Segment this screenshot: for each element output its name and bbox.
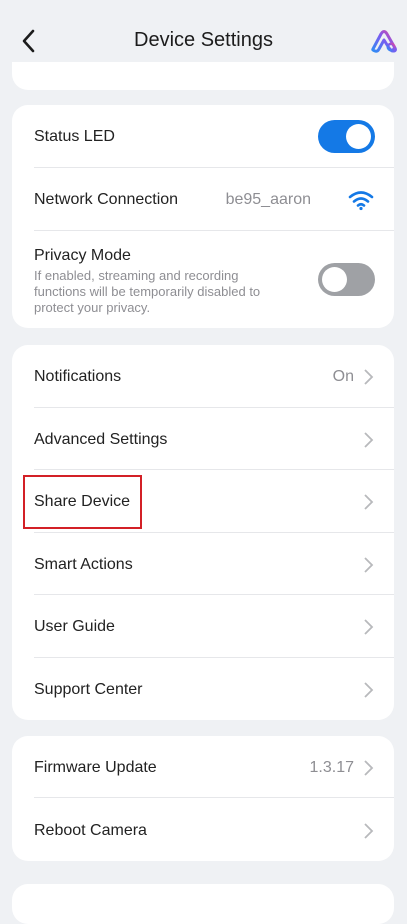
privacy-mode-label: Privacy Mode [34, 247, 131, 264]
chevron-right-icon [364, 619, 374, 635]
row-user-guide[interactable]: User Guide [12, 595, 394, 658]
privacy-mode-toggle[interactable] [318, 263, 375, 296]
firmware-update-label: Firmware Update [34, 759, 157, 776]
support-center-label: Support Center [34, 681, 143, 698]
advanced-settings-label: Advanced Settings [34, 431, 168, 448]
row-advanced-settings[interactable]: Advanced Settings [12, 408, 394, 470]
row-status-led: Status LED [12, 105, 394, 168]
highlight-box [23, 475, 142, 529]
brand-logo-icon [371, 30, 397, 53]
chevron-right-icon [364, 432, 374, 448]
card-general-settings: Notifications On Advanced Settings Share… [12, 345, 394, 720]
chevron-right-icon [364, 823, 374, 839]
row-notifications[interactable]: Notifications On [12, 345, 394, 408]
status-led-toggle[interactable] [318, 120, 375, 153]
wifi-icon [348, 191, 374, 211]
status-led-label: Status LED [34, 128, 115, 145]
chevron-right-icon [364, 557, 374, 573]
notifications-value: On [332, 368, 354, 385]
card-device-maintenance: Firmware Update 1.3.17 Reboot Camera [12, 736, 394, 861]
row-smart-actions[interactable]: Smart Actions [12, 533, 394, 595]
notifications-label: Notifications [34, 368, 122, 385]
row-firmware-update[interactable]: Firmware Update 1.3.17 [12, 736, 394, 798]
chevron-right-icon [364, 494, 374, 510]
card-partial-top [12, 62, 394, 90]
card-partial-bottom [12, 884, 394, 924]
row-support-center[interactable]: Support Center [12, 658, 394, 720]
card-device-status: Status LED Network Connection be95_aaron… [12, 105, 394, 328]
chevron-right-icon [364, 760, 374, 776]
network-connection-label: Network Connection [34, 191, 179, 208]
toggle-knob [346, 124, 371, 149]
row-reboot-camera[interactable]: Reboot Camera [12, 798, 394, 861]
privacy-mode-description: If enabled, streaming and recording func… [34, 268, 261, 315]
row-privacy-mode: Privacy Mode If enabled, streaming and r… [12, 231, 394, 328]
smart-actions-label: Smart Actions [34, 556, 133, 573]
page-title: Device Settings [134, 29, 273, 51]
toggle-knob [322, 267, 347, 292]
reboot-camera-label: Reboot Camera [34, 822, 147, 839]
row-network-connection[interactable]: Network Connection be95_aaron [12, 168, 394, 231]
user-guide-label: User Guide [34, 618, 115, 635]
firmware-version-value: 1.3.17 [309, 759, 354, 776]
chevron-right-icon [364, 682, 374, 698]
chevron-right-icon [364, 369, 374, 385]
network-name-value: be95_aaron [225, 191, 311, 208]
